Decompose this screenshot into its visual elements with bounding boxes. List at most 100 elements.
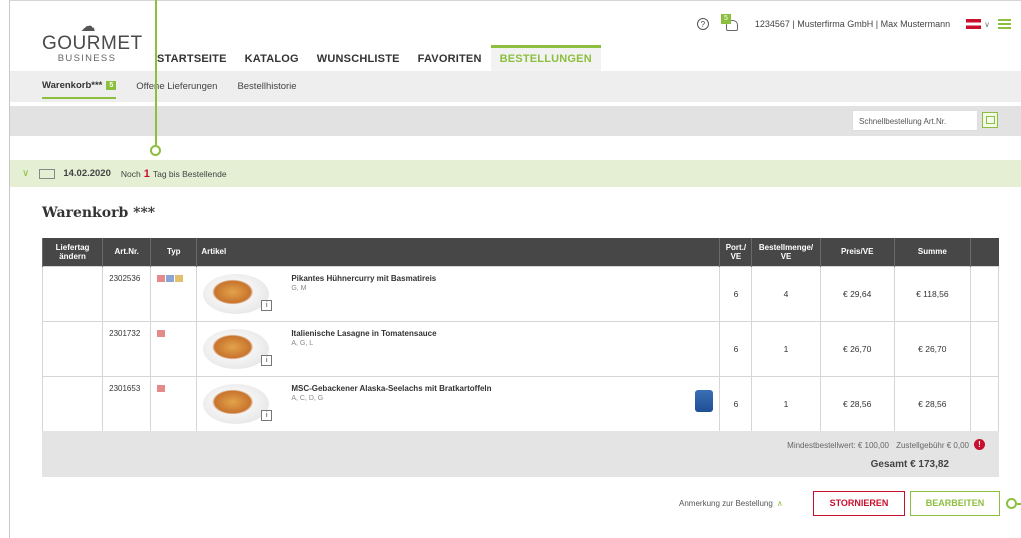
cart-add-icon[interactable] bbox=[982, 112, 998, 128]
order-note-toggle[interactable]: Anmerkung zur Bestellung ∧ bbox=[679, 499, 783, 508]
notification-badge: 5 bbox=[720, 14, 731, 24]
price-value: € 26,70 bbox=[819, 320, 895, 377]
nav-bestellungen[interactable]: BESTELLUNGEN bbox=[490, 45, 601, 71]
table-row: 2301653 i MSC-Gebackener Alaska-Seelachs… bbox=[41, 375, 1000, 432]
cart-summary: Mindestbestellwert: € 100,00 Zustellgebü… bbox=[42, 431, 999, 477]
port-value: 6 bbox=[719, 320, 753, 377]
quantity-value[interactable]: 1 bbox=[751, 320, 821, 377]
utility-bar: ? 5 1234567 | Musterfirma GmbH | Max Mus… bbox=[696, 14, 1011, 34]
port-value: 6 bbox=[719, 375, 753, 432]
art-number: 2302536 bbox=[102, 265, 152, 322]
info-alert-icon[interactable]: ! bbox=[974, 439, 985, 450]
port-value: 6 bbox=[719, 265, 753, 322]
nav-favoriten[interactable]: FAVORITEN bbox=[409, 45, 491, 71]
liefertag-cell[interactable] bbox=[41, 375, 104, 432]
quantity-value[interactable]: 1 bbox=[751, 375, 821, 432]
msc-label-icon bbox=[695, 389, 714, 412]
sub-nav: Warenkorb*** 5 Offene Lieferungen Bestel… bbox=[10, 71, 1021, 102]
deadline-days: 1 bbox=[143, 167, 150, 180]
art-number: 2301653 bbox=[102, 375, 152, 432]
cancel-button[interactable]: STORNIEREN bbox=[813, 491, 905, 516]
nav-wunschliste[interactable]: WUNSCHLISTE bbox=[308, 45, 409, 71]
guide-line-right bbox=[1017, 503, 1021, 505]
row-action-cell[interactable] bbox=[969, 320, 1000, 377]
notification-bell-icon[interactable]: 5 bbox=[720, 14, 741, 32]
allergens: G, M bbox=[291, 284, 307, 292]
order-note-label: Anmerkung zur Bestellung bbox=[679, 499, 773, 508]
price-value: € 29,64 bbox=[819, 265, 895, 322]
cart-count-badge: 5 bbox=[106, 81, 117, 90]
article-cell: i MSC-Gebackener Alaska-Seelachs mit Bra… bbox=[196, 375, 721, 432]
table-row: 2301732 i Italienische Lasagne in Tomate… bbox=[41, 320, 1000, 377]
type-cell bbox=[150, 320, 198, 377]
col-summe: Summe bbox=[893, 238, 971, 266]
help-icon[interactable]: ? bbox=[696, 18, 709, 30]
article-cell: i Italienische Lasagne in Tomatensauce A,… bbox=[196, 320, 721, 377]
meat-type-icon bbox=[157, 384, 166, 392]
brand-line2: BUSINESS bbox=[57, 53, 117, 64]
row-action-cell[interactable] bbox=[969, 375, 1000, 432]
deadline-suffix: Tag bis Bestellende bbox=[152, 168, 227, 179]
fish-type-icon bbox=[166, 274, 175, 282]
col-typ: Typ bbox=[150, 238, 197, 266]
meat-type-icon bbox=[157, 274, 166, 282]
brand-logo[interactable]: ☁ GOURMET BUSINESS bbox=[42, 18, 143, 64]
quick-order-input[interactable]: Schnellbestellung Art.Nr. bbox=[852, 110, 978, 131]
sum-value: € 28,56 bbox=[893, 375, 971, 432]
guide-marker bbox=[150, 145, 161, 156]
quantity-value[interactable]: 4 bbox=[751, 265, 821, 322]
info-icon[interactable]: i bbox=[261, 409, 273, 421]
col-port: Port./ VE bbox=[719, 238, 752, 266]
type-cell bbox=[150, 375, 198, 432]
col-artikel: Artikel bbox=[196, 238, 720, 266]
sum-value: € 118,56 bbox=[893, 265, 971, 322]
tab-offene-lieferungen[interactable]: Offene Lieferungen bbox=[136, 81, 217, 92]
menu-icon[interactable] bbox=[998, 19, 1011, 29]
truck-icon bbox=[39, 168, 56, 179]
sum-value: € 26,70 bbox=[893, 320, 971, 377]
art-number: 2301732 bbox=[102, 320, 152, 377]
nav-katalog[interactable]: KATALOG bbox=[236, 45, 308, 71]
info-icon[interactable]: i bbox=[261, 299, 273, 311]
liefertag-cell[interactable] bbox=[41, 320, 104, 377]
info-icon[interactable]: i bbox=[261, 354, 273, 366]
delivery-fee: Zustellgebühr € 0,00 bbox=[896, 441, 969, 450]
chef-hat-icon: ☁ bbox=[80, 18, 96, 35]
min-order-value: Mindestbestellwert: € 100,00 bbox=[787, 441, 889, 450]
nav-startseite[interactable]: STARTSEITE bbox=[148, 45, 236, 71]
col-liefertag: Liefertag ändern bbox=[41, 238, 103, 266]
top-rule bbox=[9, 0, 1021, 8]
article-name[interactable]: Italienische Lasagne in Tomatensauce bbox=[291, 329, 436, 338]
language-flag-icon[interactable] bbox=[966, 19, 982, 29]
deadline-prefix: Noch bbox=[120, 168, 141, 179]
product-image[interactable]: i bbox=[203, 272, 273, 314]
col-preis: Preis/VE bbox=[819, 238, 895, 266]
order-total: Gesamt € 173,82 bbox=[870, 459, 949, 470]
delivery-date-band[interactable]: ∨ 14.02.2020 Noch 1 Tag bis Bestellende bbox=[10, 160, 1021, 187]
article-name[interactable]: MSC-Gebackener Alaska-Seelachs mit Bratk… bbox=[291, 384, 713, 393]
account-info[interactable]: 1234567 | Musterfirma GmbH | Max Musterm… bbox=[755, 19, 950, 29]
tab-bestellhistorie[interactable]: Bestellhistorie bbox=[237, 81, 296, 92]
guide-marker-right bbox=[1006, 498, 1017, 509]
price-value: € 28,56 bbox=[819, 375, 895, 432]
tab-warenkorb[interactable]: Warenkorb*** 5 bbox=[42, 74, 117, 99]
page-title: Warenkorb *** bbox=[42, 205, 156, 221]
grain-type-icon bbox=[175, 274, 184, 282]
liefertag-cell[interactable] bbox=[41, 265, 104, 322]
col-menge: Bestellmenge/ VE bbox=[751, 238, 821, 266]
article-name[interactable]: Pikantes Hühnercurry mit Basmatireis bbox=[291, 274, 436, 283]
article-cell: i Pikantes Hühnercurry mit Basmatireis G,… bbox=[196, 265, 721, 322]
product-image[interactable]: i bbox=[203, 327, 273, 369]
product-image[interactable]: i bbox=[203, 382, 273, 424]
tab-warenkorb-label: Warenkorb*** bbox=[42, 80, 103, 91]
type-cell bbox=[150, 265, 198, 322]
edit-button[interactable]: BEARBEITEN bbox=[910, 491, 1000, 516]
allergens: A, G, L bbox=[291, 339, 314, 347]
allergens: A, C, D, G bbox=[291, 394, 324, 402]
chevron-down-icon[interactable]: ∨ bbox=[984, 20, 990, 29]
brand-line1: GOURMET bbox=[42, 33, 143, 54]
chevron-collapse-icon[interactable]: ∨ bbox=[22, 168, 29, 179]
main-nav: STARTSEITE KATALOG WUNSCHLISTE FAVORITEN… bbox=[148, 45, 601, 71]
row-action-cell[interactable] bbox=[969, 265, 1000, 322]
meat-type-icon bbox=[157, 329, 166, 337]
